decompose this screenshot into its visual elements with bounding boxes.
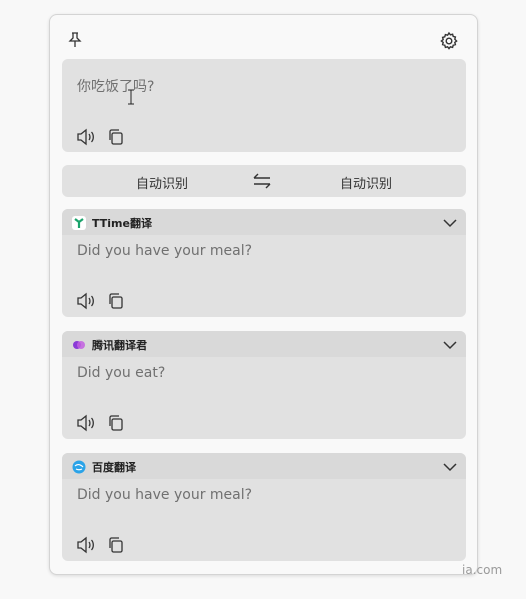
source-language-select[interactable]: 自动识别 — [136, 173, 188, 192]
watermark: ia.com — [462, 563, 503, 577]
service-name: TTime翻译 — [92, 217, 152, 230]
settings-gear-icon[interactable] — [438, 30, 460, 52]
chevron-down-icon[interactable] — [442, 337, 458, 351]
chevron-down-icon[interactable] — [442, 459, 458, 473]
ttime-logo-icon — [72, 215, 86, 230]
text-cursor-icon — [126, 89, 136, 105]
pin-icon[interactable] — [65, 30, 85, 50]
baidu-logo-icon — [72, 459, 86, 474]
result-card-ttime: TTime翻译 Did you have your meal? — [62, 209, 466, 317]
copy-icon[interactable] — [106, 127, 126, 147]
language-bar: 自动识别 自动识别 — [62, 165, 466, 197]
speaker-icon[interactable] — [76, 291, 96, 311]
service-name: 腾讯翻译君 — [92, 339, 147, 352]
tencent-logo-icon — [72, 337, 86, 351]
copy-icon[interactable] — [106, 413, 126, 433]
result-card-tencent: 腾讯翻译君 Did you eat? — [62, 331, 466, 439]
speaker-icon[interactable] — [76, 413, 96, 433]
copy-icon[interactable] — [106, 535, 126, 555]
result-card-baidu: 百度翻译 Did you have your meal? — [62, 453, 466, 561]
source-text[interactable]: 你吃饭了吗? — [77, 76, 154, 96]
copy-icon[interactable] — [106, 291, 126, 311]
source-text-input[interactable]: 你吃饭了吗? — [62, 59, 466, 152]
translation-text: Did you eat? — [77, 365, 166, 381]
result-card-header[interactable]: 百度翻译 — [62, 453, 466, 479]
speaker-icon[interactable] — [76, 127, 96, 147]
speaker-icon[interactable] — [76, 535, 96, 555]
service-name: 百度翻译 — [92, 461, 136, 474]
result-card-header[interactable]: 腾讯翻译君 — [62, 331, 466, 357]
swap-languages-icon[interactable] — [250, 170, 274, 192]
result-card-header[interactable]: TTime翻译 — [62, 209, 466, 235]
translation-text: Did you have your meal? — [77, 243, 253, 259]
translator-window: 你吃饭了吗? 自动识别 自动识别 TTime翻译 Did you have yo… — [49, 14, 478, 575]
translation-text: Did you have your meal? — [77, 487, 253, 503]
target-language-select[interactable]: 自动识别 — [340, 173, 392, 192]
chevron-down-icon[interactable] — [442, 215, 458, 229]
